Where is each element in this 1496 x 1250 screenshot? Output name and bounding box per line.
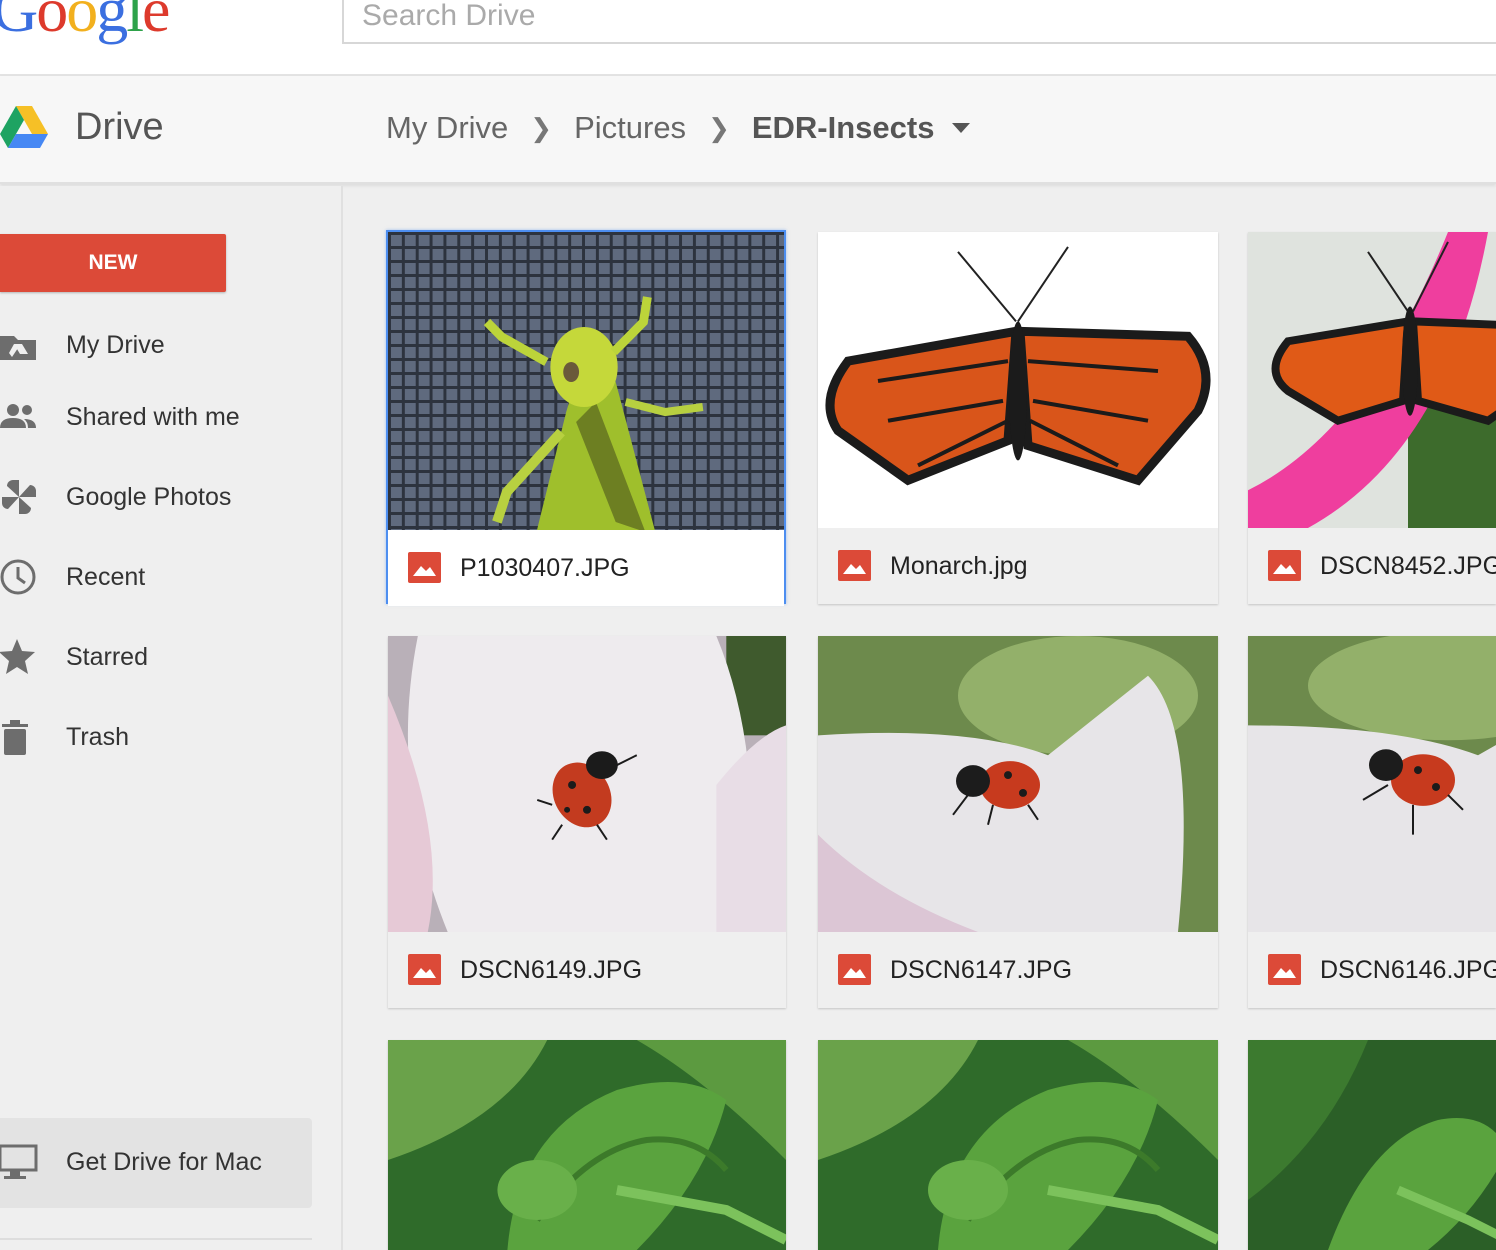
photos-pinwheel-icon	[2, 480, 36, 514]
my-drive-icon	[0, 336, 36, 360]
file-thumbnail	[388, 1040, 786, 1250]
file-card[interactable]	[818, 1040, 1218, 1250]
katydid-image	[818, 1040, 1218, 1250]
sidebar-item-google-photos[interactable]: Google Photos	[0, 472, 330, 522]
breadcrumb-current[interactable]: EDR-Insects	[752, 110, 935, 146]
file-name-bar: DSCN6146.JPG	[1248, 932, 1496, 1008]
desktop-computer-icon	[0, 1144, 38, 1179]
new-button[interactable]: NEW	[0, 234, 226, 292]
sidebar-item-label: Recent	[66, 562, 146, 591]
search-input[interactable]	[344, 0, 1496, 42]
ladybug-on-petal-image	[388, 636, 786, 932]
sidebar-item-starred[interactable]: Starred	[0, 632, 330, 682]
file-card[interactable]: DSCN6147.JPG	[818, 636, 1218, 1008]
divider	[0, 1238, 312, 1240]
file-name: DSCN6147.JPG	[890, 955, 1073, 984]
ladybug-on-flower-image	[818, 636, 1218, 932]
file-thumbnail	[1248, 232, 1496, 528]
drive-logo-icon[interactable]	[0, 106, 48, 150]
trash-icon	[2, 720, 28, 755]
katydid-image	[1248, 1040, 1496, 1250]
katydid-image	[388, 1040, 786, 1250]
breadcrumb-my-drive[interactable]: My Drive	[386, 110, 508, 146]
image-file-icon	[838, 550, 871, 581]
file-card[interactable]: Monarch.jpg	[818, 232, 1218, 604]
file-card[interactable]: DSCN6149.JPG	[388, 636, 786, 1008]
sidebar-item-label: Google Photos	[66, 482, 232, 511]
sidebar-item-label: Trash	[66, 722, 129, 751]
search-box[interactable]	[342, 0, 1496, 44]
chevron-right-icon: ❯	[708, 112, 730, 143]
image-file-icon	[838, 954, 871, 985]
app-name[interactable]: Drive	[75, 106, 164, 149]
file-thumbnail	[1248, 636, 1496, 932]
monarch-butterfly-image	[818, 232, 1218, 528]
file-card[interactable]: DSCN6146.JPG	[1248, 636, 1496, 1008]
sidebar-item-label: My Drive	[66, 330, 165, 359]
file-thumbnail	[818, 1040, 1218, 1250]
butterfly-on-pink-image	[1248, 232, 1496, 528]
image-file-icon	[408, 954, 441, 985]
image-file-icon	[408, 552, 441, 583]
file-thumbnail	[818, 636, 1218, 932]
sidebar-item-label: Starred	[66, 642, 148, 671]
sidebar-item-recent[interactable]: Recent	[0, 552, 330, 602]
chevron-right-icon: ❯	[530, 112, 553, 143]
sidebar-item-shared-with-me[interactable]: Shared with me	[0, 392, 330, 442]
ladybug-on-petal-image	[1248, 636, 1496, 932]
people-icon	[0, 404, 36, 428]
file-card[interactable]: P1030407.JPG	[386, 230, 786, 606]
file-name: DSCN6149.JPG	[460, 955, 643, 984]
file-name-bar: DSCN6149.JPG	[388, 932, 786, 1008]
get-drive-promo[interactable]: Get Drive for Mac	[0, 1118, 312, 1208]
file-card[interactable]: DSCN8452.JPG	[1248, 232, 1496, 604]
file-name-bar: Monarch.jpg	[818, 528, 1218, 604]
promo-label: Get Drive for Mac	[66, 1148, 262, 1176]
file-name: DSCN8452.JPG	[1320, 551, 1496, 580]
breadcrumb: My Drive ❯ Pictures ❯ EDR-Insects	[386, 110, 971, 146]
file-name-bar: P1030407.JPG	[388, 530, 784, 606]
google-logo[interactable]: Google	[0, 0, 170, 42]
file-card[interactable]	[1248, 1040, 1496, 1250]
sidebar-item-my-drive[interactable]: My Drive	[0, 320, 330, 370]
file-card[interactable]	[388, 1040, 786, 1250]
sidebar-item-trash[interactable]: Trash	[0, 712, 330, 762]
file-thumbnail	[818, 232, 1218, 528]
image-file-icon	[1268, 954, 1301, 985]
file-name-bar: DSCN6147.JPG	[818, 932, 1218, 1008]
sidebar: NEW My Drive Shared with me Google Photo…	[0, 186, 343, 1250]
image-file-icon	[1268, 550, 1301, 581]
app-bar: Drive My Drive ❯ Pictures ❯ EDR-Insects	[0, 76, 1496, 184]
dropdown-caret-icon[interactable]	[952, 123, 971, 133]
file-thumbnail	[1248, 1040, 1496, 1250]
grasshopper-image	[388, 232, 784, 530]
file-thumbnail	[388, 232, 784, 530]
clock-icon	[0, 559, 36, 595]
file-thumbnail	[388, 636, 786, 932]
breadcrumb-pictures[interactable]: Pictures	[574, 110, 686, 146]
file-name: Monarch.jpg	[890, 551, 1028, 580]
file-name-bar: DSCN8452.JPG	[1248, 528, 1496, 604]
file-name: P1030407.JPG	[460, 553, 630, 582]
star-icon	[0, 639, 35, 674]
file-name: DSCN6146.JPG	[1320, 955, 1496, 984]
top-bar: Google	[0, 0, 1496, 76]
sidebar-item-label: Shared with me	[66, 402, 240, 431]
